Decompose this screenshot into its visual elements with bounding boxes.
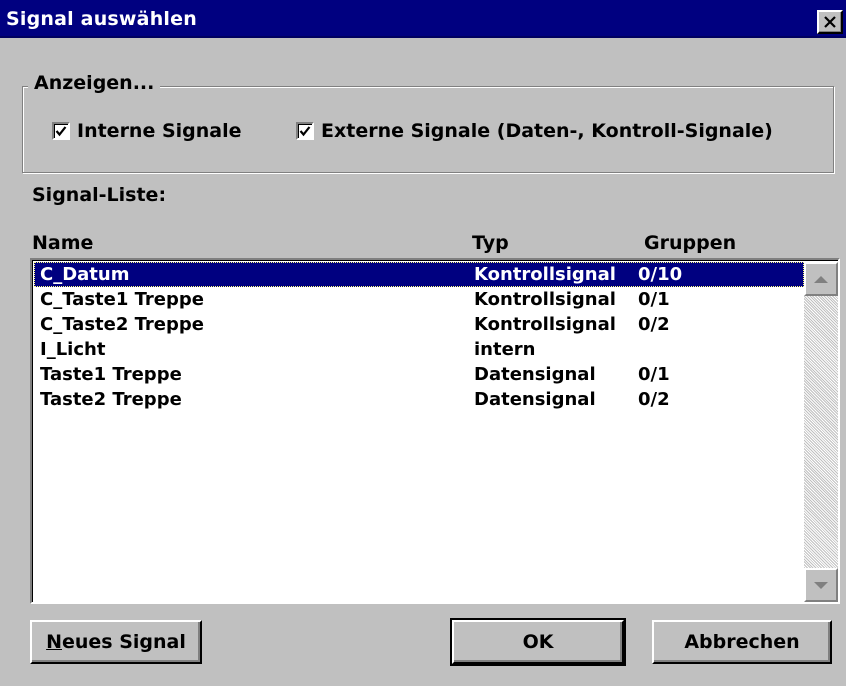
signal-name: I_Licht: [40, 339, 106, 360]
close-icon: [824, 16, 836, 28]
arrow-down-icon: [814, 581, 828, 589]
list-item[interactable]: Taste2 Treppe Datensignal 0/2: [34, 387, 804, 412]
signal-type: Kontrollsignal: [474, 264, 616, 285]
signal-type: Datensignal: [474, 389, 596, 410]
signal-groups: 0/1: [638, 289, 670, 310]
close-button[interactable]: [817, 10, 843, 34]
list-item[interactable]: C_Datum Kontrollsignal 0/10: [34, 262, 804, 287]
title-bar: Signal auswählen: [0, 0, 846, 38]
column-header-typ: Typ: [472, 232, 509, 254]
signal-type: Kontrollsignal: [474, 289, 616, 310]
new-signal-button[interactable]: Neues Signal: [30, 620, 202, 664]
arrow-up-icon: [814, 275, 828, 283]
internal-signals-checkbox[interactable]: Interne Signale: [52, 120, 242, 142]
display-group-legend: Anzeigen...: [28, 72, 161, 94]
checkmark-icon: [299, 126, 311, 137]
column-header-name: Name: [32, 232, 94, 254]
signal-name: Taste2 Treppe: [40, 389, 182, 410]
signal-type: intern: [474, 339, 536, 360]
window-title: Signal auswählen: [6, 8, 197, 30]
ok-button[interactable]: OK: [450, 618, 626, 666]
signal-groups: 0/2: [638, 389, 670, 410]
list-item[interactable]: Taste1 Treppe Datensignal 0/1: [34, 362, 804, 387]
ok-label: OK: [522, 631, 554, 653]
cancel-label: Abbrechen: [684, 631, 800, 653]
checkbox-box[interactable]: [52, 122, 70, 140]
signal-name: C_Datum: [40, 264, 130, 285]
scroll-up-button[interactable]: [804, 262, 838, 296]
signal-groups: 0/1: [638, 364, 670, 385]
signal-listbox[interactable]: C_Datum Kontrollsignal 0/10 C_Taste1 Tre…: [30, 258, 840, 604]
list-item[interactable]: C_Taste2 Treppe Kontrollsignal 0/2: [34, 312, 804, 337]
new-signal-mnemonic: N: [46, 631, 62, 653]
external-signals-checkbox[interactable]: Externe Signale (Daten-, Kontroll-Signal…: [296, 120, 773, 142]
checkbox-box[interactable]: [296, 122, 314, 140]
scroll-down-button[interactable]: [804, 568, 838, 602]
signal-name: C_Taste1 Treppe: [40, 289, 204, 310]
signal-list-label: Signal-Liste:: [32, 184, 167, 206]
list-item[interactable]: C_Taste1 Treppe Kontrollsignal 0/1: [34, 287, 804, 312]
external-signals-label: Externe Signale (Daten-, Kontroll-Signal…: [321, 120, 773, 142]
signal-name: Taste1 Treppe: [40, 364, 182, 385]
new-signal-label: eues Signal: [62, 631, 186, 653]
signal-groups: 0/2: [638, 314, 670, 335]
vertical-scrollbar[interactable]: [804, 262, 838, 602]
internal-signals-label: Interne Signale: [77, 120, 242, 142]
signal-type: Kontrollsignal: [474, 314, 616, 335]
signal-groups: 0/10: [638, 264, 683, 285]
list-item[interactable]: I_Licht intern: [34, 337, 804, 362]
checkmark-icon: [55, 126, 67, 137]
signal-type: Datensignal: [474, 364, 596, 385]
signal-name: C_Taste2 Treppe: [40, 314, 204, 335]
cancel-button[interactable]: Abbrechen: [652, 620, 832, 664]
column-header-gruppen: Gruppen: [644, 232, 737, 254]
